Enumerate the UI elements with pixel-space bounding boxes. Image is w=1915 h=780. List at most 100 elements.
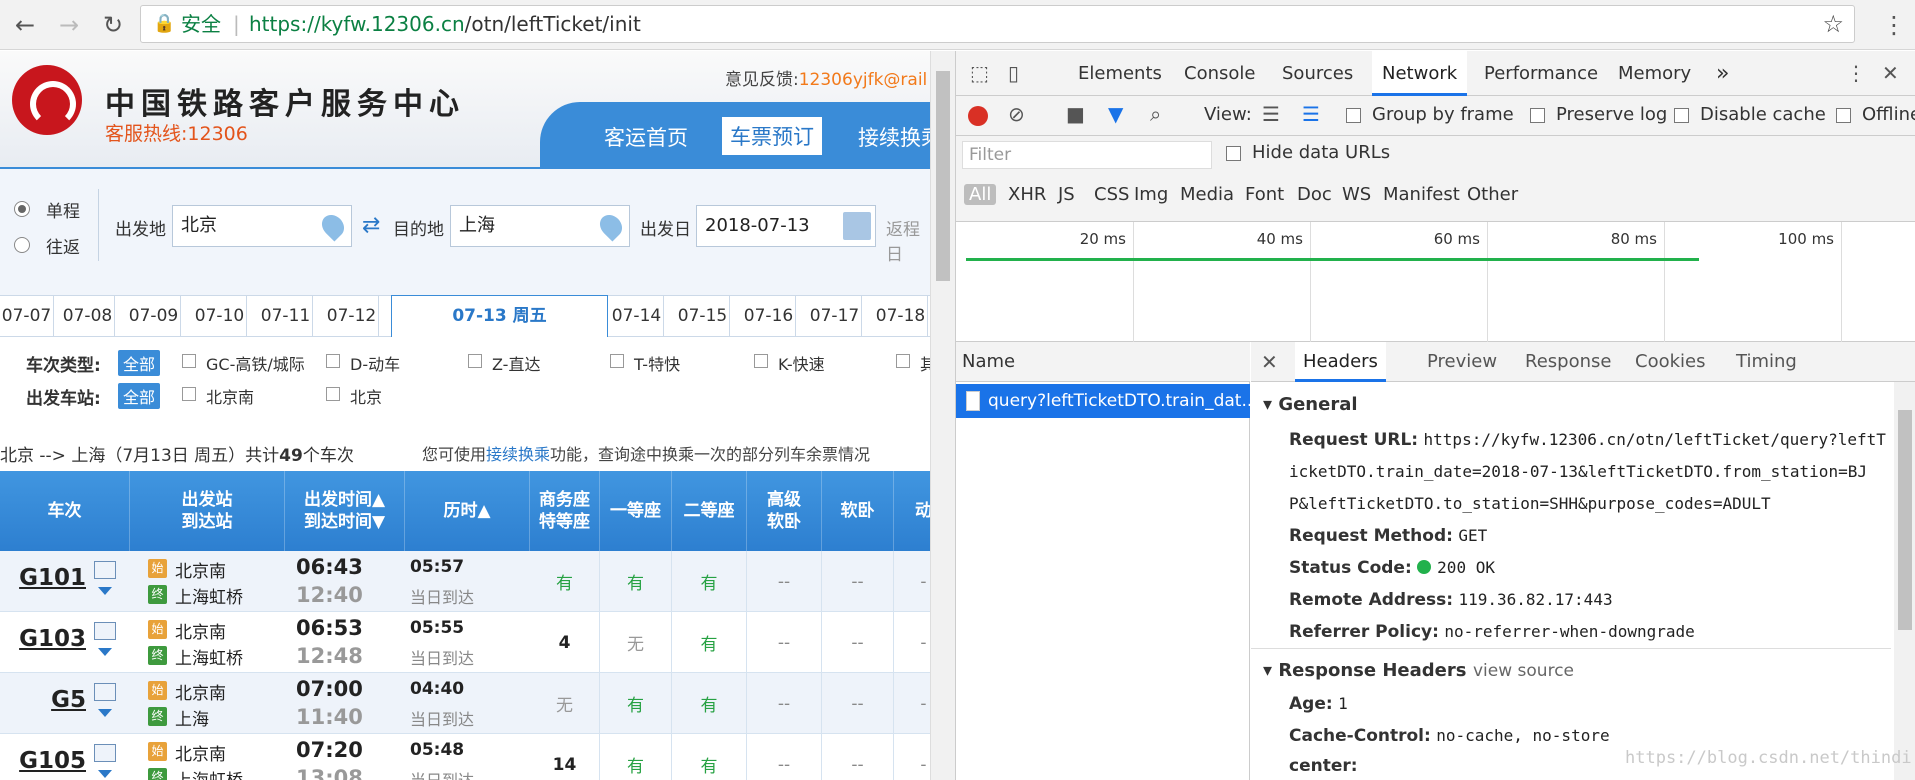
browser-menu-icon[interactable]: ⋮: [1879, 8, 1909, 42]
forward-arrow-icon[interactable]: →: [52, 8, 86, 42]
seat-business[interactable]: 14: [530, 734, 600, 780]
from-input[interactable]: 北京: [172, 205, 352, 247]
roundtrip-radio[interactable]: [14, 237, 30, 253]
type-checkbox[interactable]: [326, 354, 340, 368]
clear-icon[interactable]: ⊘: [1008, 102, 1025, 126]
search-icon[interactable]: ⌕: [1150, 102, 1161, 126]
type-js[interactable]: JS: [1058, 184, 1075, 205]
capture-screenshots-icon[interactable]: ■: [1066, 102, 1085, 126]
train-info-icon[interactable]: [94, 561, 116, 579]
tab-performance[interactable]: Performance: [1484, 51, 1598, 96]
date-tab[interactable]: 07-07: [0, 296, 54, 336]
seat-second[interactable]: 有: [672, 612, 747, 673]
tab-response[interactable]: Response: [1525, 342, 1611, 382]
device-toolbar-icon[interactable]: ▯: [1008, 61, 1019, 85]
back-arrow-icon[interactable]: ←: [8, 8, 42, 42]
date-tab[interactable]: 07-10: [193, 296, 247, 336]
disable-cache-checkbox[interactable]: [1674, 108, 1689, 123]
col-time[interactable]: 出发时间▲ 到达时间▼: [285, 471, 405, 551]
type-checkbox[interactable]: [610, 354, 624, 368]
name-column-header[interactable]: Name: [956, 342, 1250, 382]
tab-preview[interactable]: Preview: [1427, 342, 1497, 382]
train-info-icon[interactable]: [94, 683, 116, 701]
type-checkbox[interactable]: [754, 354, 768, 368]
scrollbar-thumb[interactable]: [936, 71, 950, 281]
scrollbar-thumb[interactable]: [1898, 410, 1912, 630]
date-tab-selected[interactable]: 07-13 周五: [391, 295, 608, 337]
expand-arrow-icon[interactable]: [98, 709, 112, 717]
date-input[interactable]: 2018-07-13: [696, 205, 876, 247]
transfer-link[interactable]: 接续换乘: [486, 445, 550, 464]
offline-checkbox[interactable]: [1836, 108, 1851, 123]
tab-memory[interactable]: Memory: [1618, 51, 1691, 96]
address-bar[interactable]: 🔒 安全 | https://kyfw.12306.cn/otn/leftTic…: [140, 5, 1855, 43]
type-media[interactable]: Media: [1180, 184, 1234, 205]
date-tab[interactable]: 07-08: [61, 296, 115, 336]
seat-business[interactable]: 有: [530, 551, 600, 612]
train-info-icon[interactable]: [94, 744, 116, 762]
preserve-log-checkbox[interactable]: [1530, 108, 1545, 123]
date-tab[interactable]: 07-15: [676, 296, 730, 336]
request-row[interactable]: query?leftTicketDTO.train_dat...: [956, 384, 1250, 418]
seat-second[interactable]: 有: [672, 551, 747, 612]
date-tab[interactable]: 07-16: [742, 296, 796, 336]
oneway-radio[interactable]: [14, 201, 30, 217]
tab-sources[interactable]: Sources: [1282, 51, 1353, 96]
type-font[interactable]: Font: [1245, 184, 1284, 205]
filter-input[interactable]: Filter: [962, 141, 1212, 169]
seat-second[interactable]: 有: [672, 734, 747, 780]
station-checkbox[interactable]: [182, 387, 196, 401]
reload-icon[interactable]: ↻: [96, 8, 130, 42]
type-ws[interactable]: WS: [1342, 184, 1371, 205]
seat-first[interactable]: 有: [600, 734, 672, 780]
devtools-menu-icon[interactable]: ⋮: [1846, 61, 1866, 85]
tab-headers[interactable]: Headers: [1295, 342, 1386, 382]
seat-first[interactable]: 有: [600, 551, 672, 612]
tab-network[interactable]: Network: [1372, 51, 1468, 96]
general-section[interactable]: ▾ General: [1263, 394, 1358, 415]
detail-scrollbar[interactable]: [1894, 382, 1915, 780]
nav-ticket[interactable]: 车票预订: [722, 117, 822, 155]
station-all-badge[interactable]: 全部: [118, 383, 161, 409]
record-icon[interactable]: [968, 106, 988, 126]
large-rows-icon[interactable]: ☰: [1262, 102, 1280, 126]
inspect-element-icon[interactable]: ⬚: [970, 61, 989, 85]
tab-console[interactable]: Console: [1184, 51, 1255, 96]
to-input[interactable]: 上海: [450, 205, 630, 247]
seat-first[interactable]: 有: [600, 673, 672, 734]
date-tab[interactable]: 07-12: [325, 296, 379, 336]
tab-elements[interactable]: Elements: [1078, 51, 1162, 96]
more-tabs-icon[interactable]: »: [1716, 51, 1729, 96]
type-xhr[interactable]: XHR: [1008, 184, 1046, 205]
filter-icon[interactable]: ▼: [1108, 102, 1123, 126]
expand-arrow-icon[interactable]: [98, 648, 112, 656]
tab-timing[interactable]: Timing: [1736, 342, 1797, 382]
type-checkbox[interactable]: [182, 354, 196, 368]
type-css[interactable]: CSS: [1094, 184, 1129, 205]
view-source-link[interactable]: view source: [1473, 661, 1574, 681]
expand-arrow-icon[interactable]: [98, 587, 112, 595]
expand-arrow-icon[interactable]: [98, 770, 112, 778]
date-tab[interactable]: 07-09: [127, 296, 181, 336]
type-manifest[interactable]: Manifest: [1383, 184, 1460, 205]
station-checkbox[interactable]: [326, 387, 340, 401]
type-all-badge[interactable]: 全部: [118, 350, 161, 376]
date-tab[interactable]: 07-11: [259, 296, 313, 336]
train-info-icon[interactable]: [94, 622, 116, 640]
type-img[interactable]: Img: [1134, 184, 1168, 205]
date-tab[interactable]: 07-14: [610, 296, 664, 336]
date-tab[interactable]: 07-17: [808, 296, 862, 336]
response-headers-section[interactable]: ▾ Response Headers: [1263, 660, 1466, 681]
type-checkbox[interactable]: [896, 354, 910, 368]
feedback-email[interactable]: 12306yjfk@rail: [799, 70, 928, 90]
type-doc[interactable]: Doc: [1297, 184, 1332, 205]
col-duration[interactable]: 历时▲: [405, 471, 530, 551]
group-by-frame-checkbox[interactable]: [1346, 108, 1361, 123]
tab-cookies[interactable]: Cookies: [1635, 342, 1705, 382]
train-number[interactable]: G103: [18, 626, 86, 652]
page-scrollbar[interactable]: [930, 51, 955, 780]
close-icon[interactable]: ✕: [1882, 61, 1899, 85]
type-other[interactable]: Other: [1467, 184, 1518, 205]
nav-home[interactable]: 客运首页: [604, 122, 688, 152]
train-number[interactable]: G5: [18, 687, 86, 713]
